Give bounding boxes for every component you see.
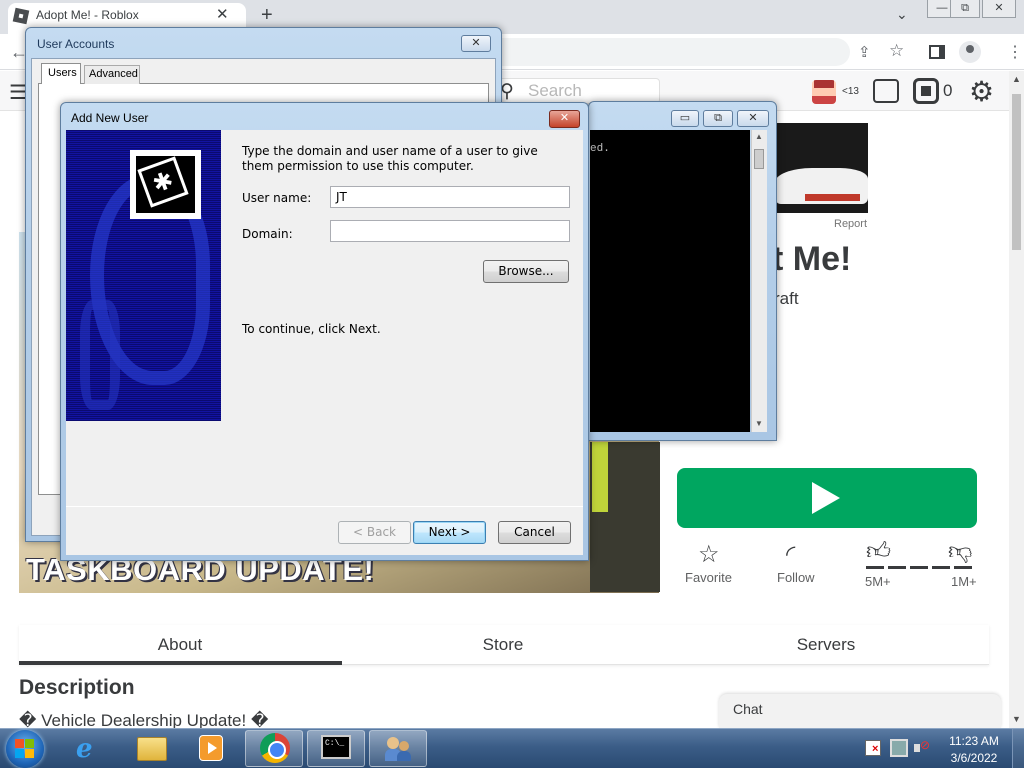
dialog-close-button[interactable]: ✕: [549, 110, 580, 128]
tab-advanced[interactable]: Advanced: [84, 65, 140, 84]
scroll-up-arrow-icon[interactable]: ▲: [1012, 74, 1021, 84]
game-title: t Me!: [772, 240, 852, 278]
volume-muted-icon[interactable]: [914, 738, 930, 755]
next-button[interactable]: Next >: [413, 521, 486, 544]
network-icon[interactable]: [890, 739, 908, 757]
user-accounts-icon: [383, 733, 415, 763]
user-accounts-title: User Accounts: [37, 37, 115, 51]
roblox-favicon-icon: [12, 7, 30, 25]
play-icon: [812, 482, 840, 514]
vote-ratio-bar: [866, 566, 976, 569]
robux-icon[interactable]: [913, 78, 939, 104]
tab-servers[interactable]: Servers: [665, 635, 987, 655]
bookmark-star-icon[interactable]: ☆: [889, 41, 904, 61]
windows-logo-icon: [15, 739, 35, 759]
follow-label[interactable]: Follow: [777, 570, 815, 585]
cmd-maximize-button[interactable]: ⧉: [703, 110, 733, 127]
upvote-count: 5M+: [865, 574, 891, 589]
username-field[interactable]: JT: [330, 186, 570, 208]
description-heading: Description: [19, 676, 135, 699]
cmd-scroll-down-icon[interactable]: ▼: [755, 419, 763, 428]
user-avatar[interactable]: [812, 80, 836, 104]
cmd-scroll-thumb[interactable]: [754, 149, 764, 169]
username-label: User name:: [242, 191, 312, 205]
cmd-output: ed.: [590, 143, 610, 155]
new-tab-button[interactable]: +: [261, 4, 273, 27]
cmd-minimize-button[interactable]: ▭: [671, 110, 699, 127]
internet-explorer-icon: e: [76, 734, 93, 764]
close-button[interactable]: ✕: [982, 0, 1016, 18]
tab-store[interactable]: Store: [342, 635, 664, 655]
tab-users[interactable]: Users: [41, 63, 81, 84]
favorite-label[interactable]: Favorite: [685, 570, 732, 585]
tab-close-icon[interactable]: ✕: [216, 5, 229, 23]
thumbnail-detail: [592, 442, 608, 512]
domain-label: Domain:: [242, 227, 293, 241]
media-player-icon: [199, 735, 223, 761]
scroll-down-arrow-icon[interactable]: ▼: [1012, 714, 1021, 724]
scrollbar-thumb[interactable]: [1012, 94, 1021, 250]
chat-label[interactable]: Chat: [733, 701, 763, 717]
active-tab-indicator: [19, 661, 342, 665]
chrome-menu-icon[interactable]: ⋮: [1007, 42, 1023, 62]
clock-date[interactable]: 3/6/2022: [944, 751, 1004, 765]
user-accounts-close-button[interactable]: ✕: [461, 35, 491, 52]
cancel-button[interactable]: Cancel: [498, 521, 571, 544]
show-desktop-button[interactable]: [1012, 729, 1024, 768]
continue-hint: To continue, click Next.: [242, 322, 381, 336]
back-button[interactable]: < Back: [338, 521, 411, 544]
favorite-star-icon[interactable]: ☆: [698, 540, 720, 569]
restore-button[interactable]: ⧉: [950, 0, 980, 18]
graphic-pattern: [80, 300, 120, 410]
browse-button[interactable]: Browse...: [483, 260, 569, 283]
thumbs-down-icon[interactable]: 👎︎: [948, 538, 972, 566]
domain-field[interactable]: [330, 220, 570, 242]
side-panel-icon[interactable]: [929, 45, 945, 59]
cmd-scroll-up-icon[interactable]: ▲: [755, 132, 763, 141]
ad-report-link[interactable]: Report: [834, 218, 867, 230]
dialog-separator: [66, 506, 583, 507]
search-placeholder: Search: [528, 81, 582, 100]
downvote-count: 1M+: [951, 574, 977, 589]
profile-avatar-icon[interactable]: [959, 41, 981, 63]
clock-time[interactable]: 11:23 AM: [944, 734, 1004, 748]
game-creator[interactable]: raft: [774, 289, 799, 309]
search-icon: ⚲: [500, 81, 514, 102]
age-badge: <13: [842, 86, 859, 97]
follow-icon[interactable]: ◜: [786, 540, 795, 569]
tab-search-icon[interactable]: ⌄: [896, 6, 908, 23]
file-explorer-icon: [137, 737, 167, 761]
dialog-instruction: Type the domain and user name of a user …: [242, 144, 538, 173]
robux-count: 0: [943, 81, 953, 100]
cmd-close-button[interactable]: ✕: [737, 110, 769, 127]
catalog-list-icon[interactable]: [873, 79, 899, 103]
cmd-console[interactable]: [590, 130, 750, 432]
tab-title: Adopt Me! - Roblox: [36, 8, 139, 22]
cmd-scrollbar[interactable]: [751, 130, 767, 432]
advertisement-car-image: [775, 168, 868, 204]
command-prompt-icon: C:\_: [321, 735, 351, 759]
settings-gear-icon[interactable]: ⚙: [969, 75, 994, 108]
action-center-flag-icon[interactable]: [865, 740, 881, 756]
share-icon[interactable]: ⇪: [858, 43, 871, 61]
dialog-title: Add New User: [71, 111, 149, 125]
tab-about[interactable]: About: [19, 635, 341, 655]
chrome-icon: [260, 733, 290, 763]
thumbs-up-icon[interactable]: 👍︎: [866, 538, 891, 566]
